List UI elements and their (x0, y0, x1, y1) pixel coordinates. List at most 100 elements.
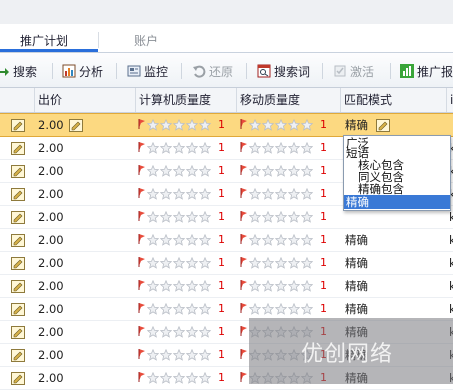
analyze-button[interactable]: 分析 (62, 62, 103, 80)
mobile-quality-rating: 1 (240, 252, 340, 274)
match-type-value[interactable]: 精确 (345, 275, 368, 297)
quality-flag-icon (138, 367, 147, 389)
report-button[interactable]: 推广报 (400, 62, 453, 80)
edit-icon[interactable] (11, 301, 25, 316)
quality-flag-icon (138, 183, 147, 205)
match-type-value[interactable]: 精确 (345, 114, 368, 136)
table-row[interactable]: 2.00 1 1 精确 k (0, 252, 453, 275)
star-rating-icon (147, 372, 212, 384)
bid-value: 2.00 (38, 164, 64, 178)
search-button[interactable]: 搜索 (0, 62, 37, 80)
column-header-match-type[interactable]: 匹配模式 (341, 88, 447, 112)
column-header-pc-quality[interactable]: 计算机质量度 (136, 88, 237, 112)
monitor-label: 监控 (144, 64, 169, 79)
quality-flag-icon (240, 229, 249, 251)
column-header-next[interactable]: i (447, 88, 453, 112)
bid-value: 2.00 (38, 210, 64, 224)
edit-icon[interactable] (11, 347, 25, 362)
edit-icon[interactable] (11, 324, 25, 339)
next-column-value: k (449, 302, 453, 316)
star-rating-icon (249, 119, 314, 131)
edit-icon[interactable] (11, 278, 25, 293)
quality-rank: 1 (218, 187, 225, 200)
analyze-label: 分析 (79, 64, 104, 79)
toolbar-separator (322, 63, 323, 79)
match-type-dropdown[interactable]: 广泛 短语 核心包含 同义包含 精确包含 精确 (343, 135, 451, 211)
pc-quality-rating: 1 (138, 344, 238, 366)
mobile-quality-rating: 1 (240, 183, 340, 205)
bid-value: 2.00 (38, 348, 64, 362)
quality-rank: 1 (320, 118, 327, 131)
edit-icon[interactable] (11, 140, 25, 155)
table-row[interactable]: 2.00 1 1 精确 k (0, 275, 453, 298)
star-rating-icon (249, 188, 314, 200)
pc-quality-rating: 1 (138, 183, 238, 205)
mobile-quality-rating: 1 (240, 229, 340, 251)
watermark: 优创网络 (249, 318, 453, 384)
search-terms-button[interactable]: 搜索词 (257, 62, 310, 80)
star-rating-icon (147, 326, 212, 338)
search-icon (0, 64, 10, 78)
undo-icon (192, 64, 206, 78)
mobile-quality-rating: 1 (240, 298, 340, 320)
quality-rank: 1 (320, 164, 327, 177)
dropdown-option-exact[interactable]: 精确 (344, 195, 450, 209)
edit-icon[interactable] (11, 163, 25, 178)
edit-match-icon[interactable] (376, 117, 390, 132)
match-type-value[interactable]: 精确 (345, 229, 368, 251)
edit-icon[interactable] (11, 232, 25, 247)
bid-value: 2.00 (38, 187, 64, 201)
star-rating-icon (249, 303, 314, 315)
edit-icon[interactable] (11, 117, 25, 132)
activate-button[interactable]: 激活 (333, 62, 374, 80)
star-rating-icon (147, 234, 212, 246)
quality-flag-icon (240, 298, 249, 320)
activate-label: 激活 (350, 64, 375, 79)
tab-campaigns[interactable]: 推广计划 (20, 32, 68, 49)
edit-icon[interactable] (11, 209, 25, 224)
star-rating-icon (249, 211, 314, 223)
quality-flag-icon (138, 252, 147, 274)
column-header-bid[interactable]: 出价 (35, 88, 136, 112)
pc-quality-rating: 1 (138, 137, 238, 159)
quality-flag-icon (138, 321, 147, 343)
quality-rank: 1 (320, 233, 327, 246)
quality-flag-icon (138, 229, 147, 251)
star-rating-icon (249, 234, 314, 246)
watermark-text: 优创网络 (301, 342, 394, 367)
edit-bid-icon[interactable] (69, 117, 83, 132)
undo-button[interactable]: 还原 (192, 62, 233, 80)
match-type-value[interactable]: 精确 (345, 298, 368, 320)
tab-account[interactable]: 账户 (134, 32, 158, 49)
mobile-quality-rating: 1 (240, 114, 340, 136)
pc-quality-rating: 1 (138, 206, 238, 228)
mobile-quality-rating: 1 (240, 160, 340, 182)
header-blank (0, 88, 35, 112)
monitor-icon (127, 64, 141, 78)
edit-icon[interactable] (11, 255, 25, 270)
mobile-quality-rating: 1 (240, 275, 340, 297)
activate-icon (333, 64, 347, 78)
quality-flag-icon (240, 206, 249, 228)
edit-icon[interactable] (11, 370, 25, 385)
next-column-value: k (449, 256, 453, 270)
quality-flag-icon (138, 206, 147, 228)
star-rating-icon (147, 188, 212, 200)
table-row[interactable]: 2.00 1 1 精确 k (0, 229, 453, 252)
quality-flag-icon (240, 160, 249, 182)
quality-rank: 1 (320, 141, 327, 154)
quality-rank: 1 (218, 325, 225, 338)
toolbar-separator (181, 63, 182, 79)
quality-rank: 1 (218, 371, 225, 384)
match-type-value[interactable]: 精确 (345, 252, 368, 274)
edit-icon[interactable] (11, 186, 25, 201)
quality-rank: 1 (218, 256, 225, 269)
table-row[interactable]: 2.00 1 1 精确 (0, 113, 453, 137)
pc-quality-rating: 1 (138, 114, 238, 136)
monitor-button[interactable]: 监控 (127, 62, 168, 80)
quality-flag-icon (240, 183, 249, 205)
quality-flag-icon (240, 275, 249, 297)
column-header-mobile-quality[interactable]: 移动质量度 (237, 88, 341, 112)
undo-label: 还原 (209, 64, 234, 79)
tab-bar: 推广计划 账户 (0, 24, 453, 53)
